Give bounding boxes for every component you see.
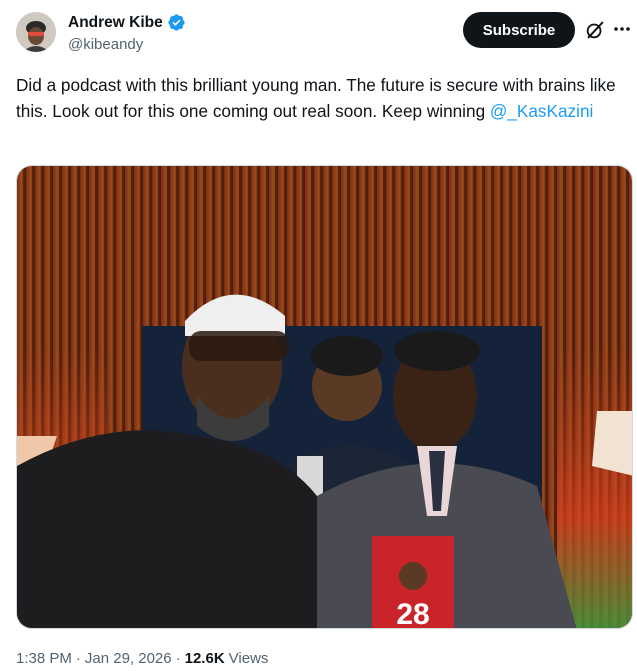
tweet-photo[interactable]: 28: [16, 165, 633, 629]
author-name-row[interactable]: Andrew Kibe: [68, 13, 186, 32]
tweet-header: Andrew Kibe @kibeandy Subscribe: [0, 0, 637, 64]
mention-link[interactable]: @_KasKazini: [490, 101, 593, 121]
author-name[interactable]: Andrew Kibe: [68, 14, 163, 32]
verified-badge-icon: [168, 14, 185, 31]
meta-separator: ·: [75, 650, 81, 667]
meta-separator: ·: [175, 650, 181, 667]
subscribe-button[interactable]: Subscribe: [463, 12, 575, 48]
tweet-text: Did a podcast with this brilliant young …: [16, 72, 628, 124]
book-number: 28: [396, 598, 429, 629]
views-count: 12.6K: [184, 650, 225, 667]
photo-image: 28: [17, 166, 632, 629]
tweet-time[interactable]: 1:38 PM: [16, 650, 72, 667]
tweet-date[interactable]: Jan 29, 2026: [85, 650, 172, 667]
grok-icon[interactable]: [584, 19, 606, 41]
more-horizontal-icon[interactable]: [612, 21, 632, 37]
views-label: Views: [228, 650, 269, 667]
author-avatar[interactable]: [16, 12, 56, 52]
tweet-meta: 1:38 PM · Jan 29, 2026 · 12.6K Views: [16, 650, 268, 667]
author-handle[interactable]: @kibeandy: [68, 36, 143, 53]
